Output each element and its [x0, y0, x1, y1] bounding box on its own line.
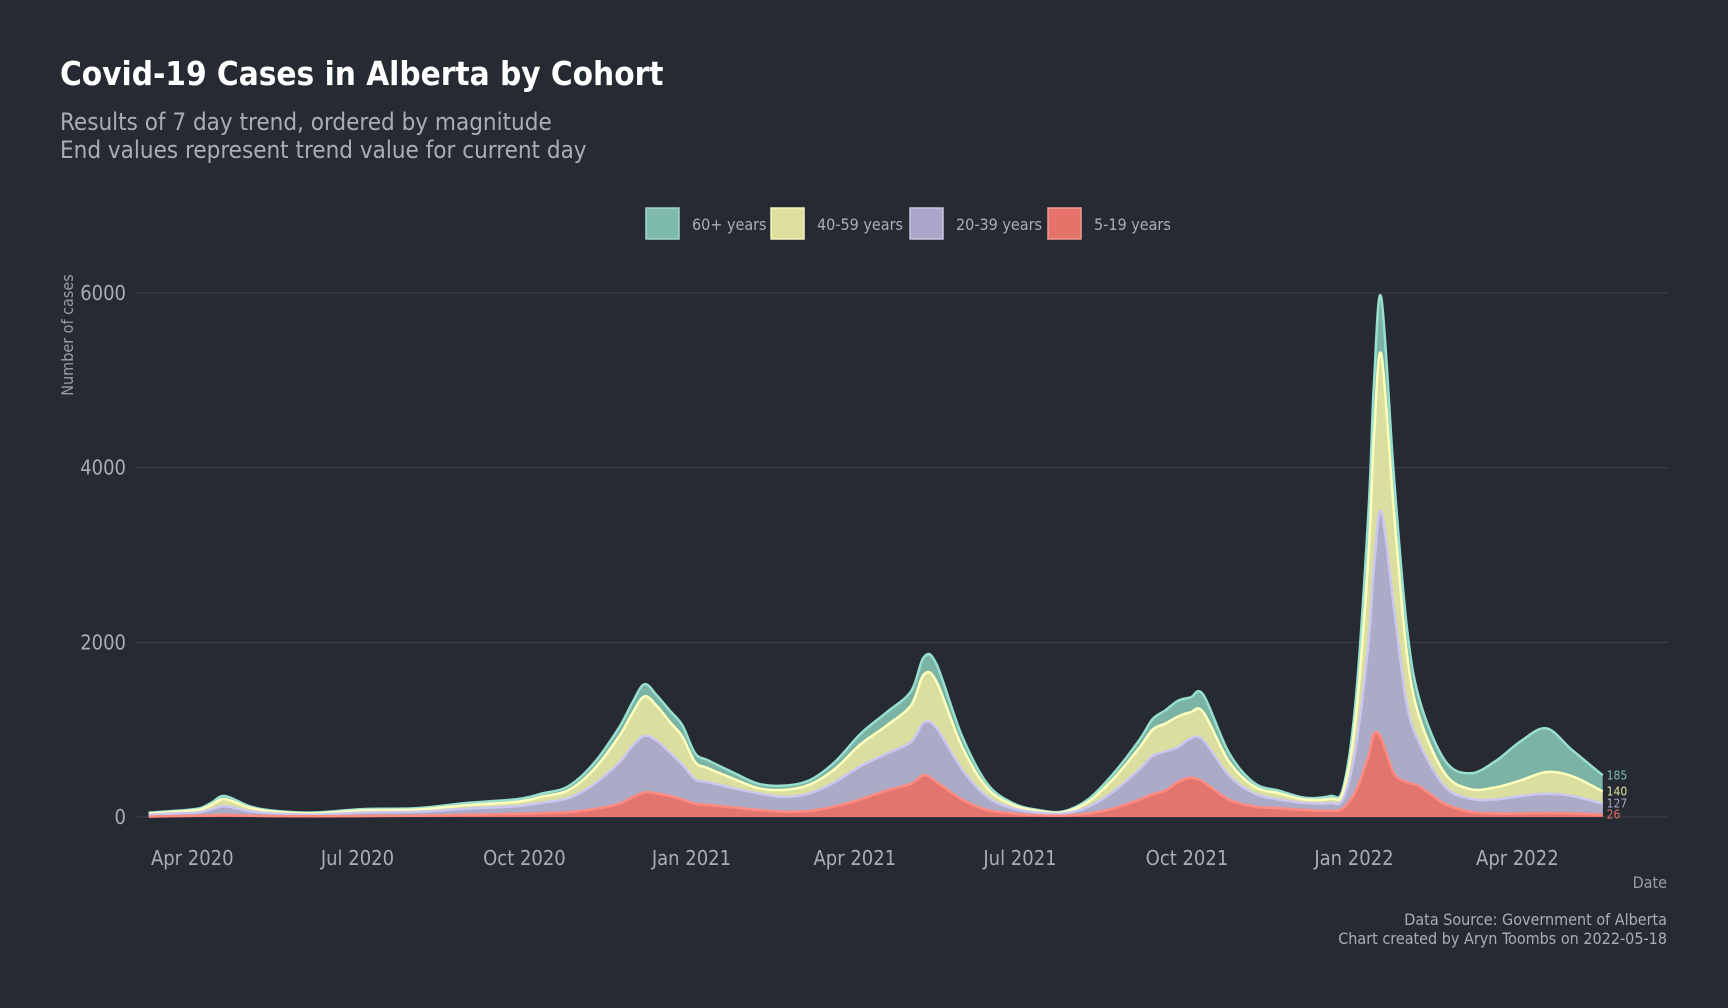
area-series [148, 293, 1604, 818]
legend-swatch-60-plus [645, 207, 680, 240]
y-tick-label: 6000 [80, 281, 126, 305]
x-tick-label: Jul 2020 [320, 846, 394, 870]
legend-swatch-20-39 [909, 207, 944, 240]
legend-swatch-5-19 [1047, 207, 1082, 240]
x-tick-label: Oct 2020 [483, 846, 566, 870]
chart-title: Covid-19 Cases in Alberta by Cohort [60, 54, 663, 93]
x-tick-label: Jan 2022 [1313, 846, 1393, 870]
y-tick-label: 0 [115, 805, 126, 829]
chart-subtitle-line-2: End values represent trend value for cur… [60, 136, 587, 164]
legend: 60+ years 40-59 years 20-39 years 5-19 y… [645, 207, 1171, 240]
end-label-20-39-years: 127 [1607, 797, 1628, 811]
caption-source: Data Source: Government of Alberta [1404, 910, 1667, 929]
x-tick-label: Apr 2022 [1476, 846, 1559, 870]
x-axis-label: Date [1633, 873, 1668, 892]
x-tick-label: Oct 2021 [1146, 846, 1229, 870]
y-tick-label: 2000 [80, 630, 126, 654]
y-axis-label: Number of cases [58, 274, 77, 395]
legend-label-20-39: 20-39 years [956, 215, 1042, 234]
y-tick-label: 4000 [80, 456, 126, 480]
legend-swatch-40-59 [770, 207, 805, 240]
legend-label-40-59: 40-59 years [817, 215, 903, 234]
chart: Covid-19 Cases in Alberta by Cohort Resu… [58, 54, 1668, 948]
x-tick-label: Jan 2021 [651, 846, 731, 870]
end-label-40-59-years: 140 [1607, 784, 1628, 798]
legend-label-5-19: 5-19 years [1094, 215, 1171, 234]
x-tick-label: Apr 2021 [813, 846, 896, 870]
x-axis-ticks: Apr 2020 Jul 2020 Oct 2020 Jan 2021 Apr 2021… [151, 846, 1559, 870]
end-label-60-years: 185 [1607, 768, 1628, 782]
end-value-labels: 26127140185 [1607, 768, 1628, 821]
x-tick-label: Jul 2021 [982, 846, 1056, 870]
caption-created: Chart created by Aryn Toombs on 2022-05-… [1338, 929, 1667, 948]
legend-label-60-plus: 60+ years [692, 215, 767, 234]
y-axis-ticks: 0 2000 4000 6000 [80, 281, 126, 829]
chart-subtitle-line-1: Results of 7 day trend, ordered by magni… [60, 108, 552, 136]
x-tick-label: Apr 2020 [151, 846, 234, 870]
